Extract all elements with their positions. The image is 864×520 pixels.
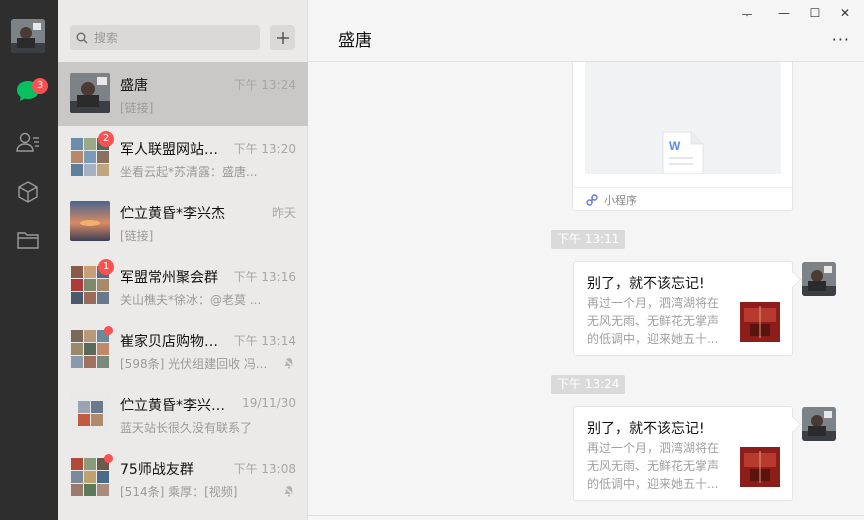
document-icon: W	[662, 131, 704, 174]
link-description: 再过一个月，泗湾湖将在 无风无雨、无鲜花无掌声 的低调中，迎来她五十...	[587, 296, 720, 346]
conversation-name: 伫立黄昏*李兴杰	[120, 206, 225, 222]
pin-button[interactable]: ᅮ	[737, 6, 757, 23]
conversation-preview: [链接]	[120, 101, 154, 115]
conversation-item[interactable]: 2 军人联盟网站主... 下午 13:20 坐看云起*苏清露：盛唐...	[58, 126, 308, 190]
conversation-item[interactable]: 盛唐 下午 13:24 [链接]	[58, 62, 308, 126]
chat-title: 盛唐	[338, 31, 372, 51]
add-button[interactable]	[270, 25, 295, 50]
conversation-preview: 关山樵夫*徐冰：@老莫 ...	[120, 293, 262, 307]
avatar	[70, 73, 110, 113]
cube-icon[interactable]	[14, 178, 42, 206]
mute-icon	[283, 485, 295, 497]
card-footer-label: 小程序	[604, 194, 637, 207]
link-message-bubble[interactable]: 别了，就不该忘记! 再过一个月，泗湾湖将在 无风无雨、无鲜花无掌声 的低调中，迎…	[573, 406, 793, 501]
conversation-name: 伫立黄昏*李兴杰...	[120, 398, 230, 414]
conversation-item[interactable]: 1 军盟常州聚会群 下午 13:16 关山樵夫*徐冰：@老莫 ...	[58, 254, 308, 318]
chat-unread-badge: 3	[32, 78, 48, 94]
nav-rail: 3	[0, 0, 58, 520]
search-box[interactable]	[70, 25, 260, 50]
conversation-list-panel: 盛唐 下午 13:24 [链接] 2 军人联盟网站主... 下午 13:20 坐…	[58, 0, 308, 520]
conversation-preview: 蓝天站长很久没有联系了	[120, 421, 253, 435]
conversation-name: 军盟常州聚会群	[120, 270, 218, 286]
conversation-preview: [514条] 乘厚：[视频]	[120, 485, 238, 499]
card-footer: 小程序	[573, 187, 792, 211]
card-thumbnail: W	[585, 62, 781, 174]
maximize-button[interactable]: ☐	[805, 6, 825, 20]
mini-program-card[interactable]: W 小程序	[572, 62, 793, 211]
unread-dot	[104, 326, 113, 335]
folder-icon[interactable]	[14, 226, 42, 254]
link-thumbnail	[740, 447, 780, 487]
group-avatar	[70, 329, 110, 369]
conversation-time: 下午 13:20	[233, 142, 296, 156]
link-message-bubble[interactable]: 别了，就不该忘记! 再过一个月，泗湾湖将在 无风无雨、无鲜花无掌声 的低调中，迎…	[573, 261, 793, 356]
conversation-preview: [598条] 光伏组建回收 冯...	[120, 357, 268, 371]
plus-icon	[276, 31, 289, 44]
sender-avatar[interactable]	[802, 262, 836, 296]
chat-header: 盛唐 ᅮ — ☐ ✕ ···	[308, 0, 864, 62]
conversation-name: 盛唐	[120, 78, 148, 94]
more-options-button[interactable]: ···	[832, 30, 850, 49]
unread-dot	[104, 454, 113, 463]
minimize-button[interactable]: —	[774, 6, 794, 20]
message-timestamp: 下午 13:24	[551, 375, 626, 394]
conversation-time: 下午 13:24	[233, 78, 296, 92]
conversation-item[interactable]: 崔家贝店购物超市 下午 13:14 [598条] 光伏组建回收 冯...	[58, 318, 308, 382]
conversation-item[interactable]: 伫立黄昏*李兴杰 昨天 [链接]	[58, 190, 308, 254]
conversation-time: 19/11/30	[242, 396, 296, 410]
conversation-item[interactable]: 75师战友群 下午 13:08 [514条] 乘厚：[视频]	[58, 446, 308, 510]
chat-panel: 盛唐 ᅮ — ☐ ✕ ··· W 小程序 下午 13:11 别了，就不该忘记! …	[308, 0, 864, 520]
sender-avatar[interactable]	[802, 407, 836, 441]
conversation-preview: [链接]	[120, 229, 154, 243]
conversation-time: 下午 13:14	[233, 334, 296, 348]
link-title: 别了，就不该忘记!	[587, 421, 705, 437]
mini-program-icon	[586, 194, 598, 206]
avatar	[70, 201, 110, 241]
mute-icon	[283, 357, 295, 369]
unread-count-badge: 2	[98, 131, 114, 147]
conversation-preview: 坐看云起*苏清露：盛唐...	[120, 165, 258, 179]
conversation-name: 崔家贝店购物超市	[120, 334, 230, 350]
link-thumbnail	[740, 302, 780, 342]
my-avatar[interactable]	[11, 19, 45, 53]
link-description: 再过一个月，泗湾湖将在 无风无雨、无鲜花无掌声 的低调中，迎来她五十...	[587, 441, 720, 491]
conversation-item[interactable]: 伫立黄昏*李兴杰... 19/11/30 蓝天站长很久没有联系了	[58, 382, 308, 446]
link-title: 别了，就不该忘记!	[587, 276, 705, 292]
conversation-time: 下午 13:16	[233, 270, 296, 284]
unread-count-badge: 1	[98, 259, 114, 275]
conversation-time: 昨天	[271, 206, 296, 220]
message-timestamp: 下午 13:11	[551, 230, 626, 249]
contacts-icon[interactable]	[14, 128, 42, 156]
group-avatar	[70, 457, 110, 497]
input-area-divider	[308, 515, 864, 516]
conversation-time: 下午 13:08	[233, 462, 296, 476]
conversation-name: 75师战友群	[120, 462, 194, 478]
conversation-name: 军人联盟网站主...	[120, 142, 230, 158]
svg-text:W: W	[669, 139, 681, 153]
search-input[interactable]	[94, 30, 244, 45]
search-icon	[76, 32, 88, 43]
close-button[interactable]: ✕	[835, 6, 855, 20]
group-avatar	[70, 393, 110, 433]
